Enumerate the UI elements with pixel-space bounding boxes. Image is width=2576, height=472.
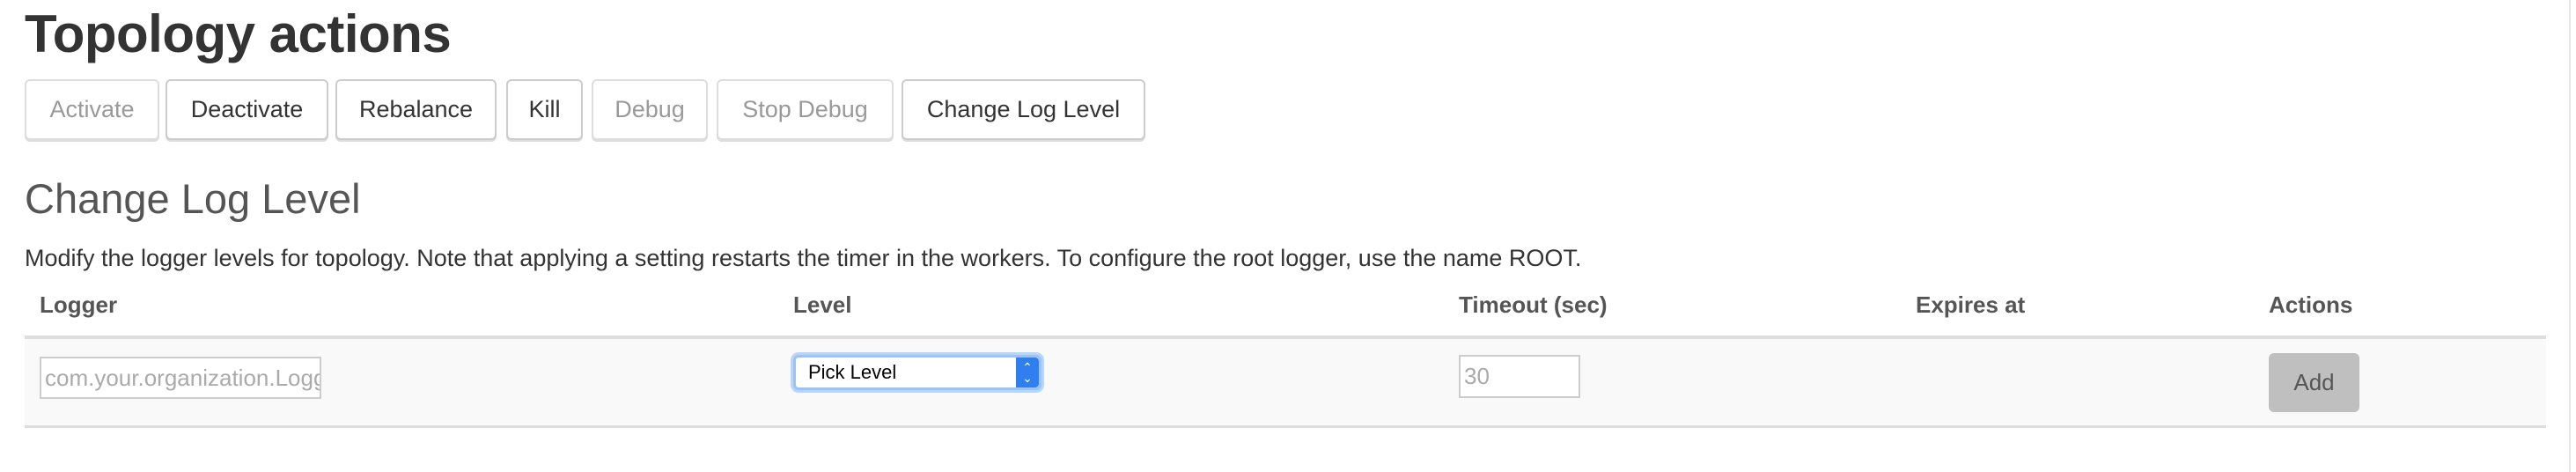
table-row [25,339,2546,425]
scrollbar[interactable] [2569,0,2571,472]
level-select[interactable]: Pick Level ⌃ ⌄ [793,355,1041,390]
section-description: Modify the logger levels for topology. N… [25,245,1582,271]
column-header-timeout: Timeout (sec) [1459,291,1608,318]
column-header-expires-at: Expires at [1916,291,2026,318]
activate-button[interactable]: Activate [25,79,159,140]
row-divider [25,425,2546,428]
page-title: Topology actions [25,4,452,63]
select-updown-arrows-icon: ⌃ ⌄ [1016,358,1039,387]
logger-name-input[interactable]: com.your.organization.LoggerName [40,357,321,399]
level-select-value: Pick Level [808,361,897,383]
debug-button[interactable]: Debug [592,79,708,140]
stop-debug-button[interactable]: Stop Debug [717,79,894,140]
rebalance-button[interactable]: Rebalance [335,79,497,140]
column-header-actions: Actions [2269,291,2353,318]
timeout-input[interactable]: 30 [1459,355,1580,398]
column-header-logger: Logger [40,291,118,318]
kill-button[interactable]: Kill [506,79,583,140]
change-log-level-button[interactable]: Change Log Level [902,79,1145,140]
add-button[interactable]: Add [2269,353,2359,412]
timeout-placeholder: 30 [1464,363,1490,389]
deactivate-button[interactable]: Deactivate [166,79,328,140]
column-header-level: Level [793,291,852,318]
logger-name-placeholder: com.your.organization.LoggerName [45,364,320,391]
section-heading: Change Log Level [25,175,361,222]
